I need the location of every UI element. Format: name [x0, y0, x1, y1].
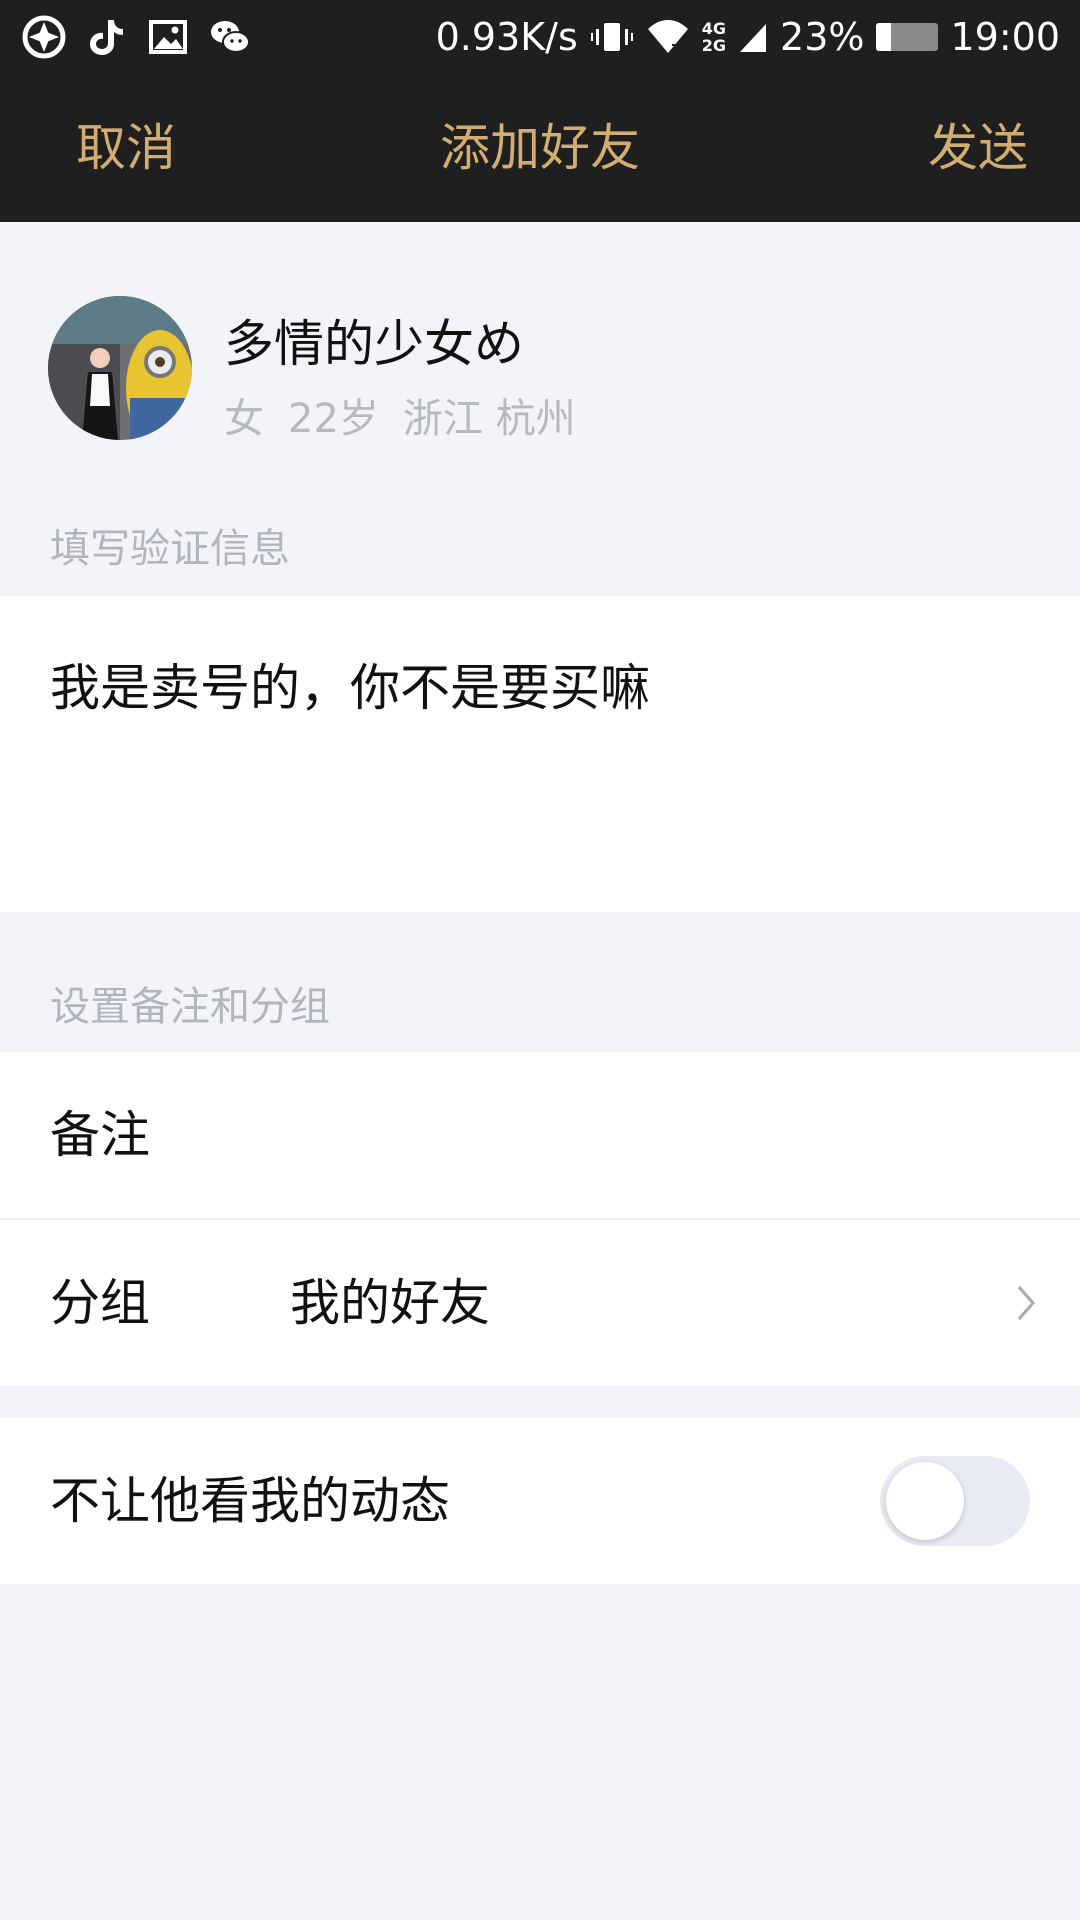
wifi-icon: [647, 20, 688, 53]
network-type: 4G 2G: [701, 19, 727, 55]
profile-city: 杭州: [495, 396, 576, 442]
remark-group-section-label: 设置备注和分组: [50, 984, 330, 1030]
group-row[interactable]: 分组 我的好友: [0, 1220, 1080, 1386]
send-button[interactable]: 发送: [928, 74, 1028, 222]
battery-icon: [876, 23, 939, 51]
group-label: 分组: [50, 1274, 150, 1332]
battery-percent: 23%: [780, 15, 865, 59]
vibrate-icon: [590, 23, 633, 51]
remark-row[interactable]: 备注: [0, 1052, 1080, 1218]
profile-gender: 女: [224, 396, 264, 442]
group-value: 我的好友: [290, 1274, 490, 1332]
avatar[interactable]: [48, 296, 192, 440]
top-nav-bar: 取消 添加好友 发送: [0, 74, 1080, 222]
profile-location: 浙江 杭州: [403, 386, 576, 444]
tiktok-icon: [90, 20, 123, 55]
network-speed: 0.93K/s: [435, 15, 578, 59]
profile-province: 浙江: [402, 396, 483, 442]
clock: 19:00: [950, 15, 1060, 59]
verification-section-label: 填写验证信息: [50, 526, 290, 572]
status-right: 0.93K/s 4G 2G 23% 19:00: [436, 12, 1060, 62]
status-left-icons: [22, 14, 252, 60]
hide-moments-toggle[interactable]: [880, 1456, 1030, 1546]
verification-message-text: 我是卖号的，你不是要买嘛: [50, 659, 650, 717]
verification-message-field[interactable]: 我是卖号的，你不是要买嘛: [0, 596, 1080, 912]
page-title: 添加好友: [440, 119, 640, 177]
remark-label: 备注: [50, 1106, 150, 1164]
profile-card: 多情的少女め 女 22岁 浙江 杭州: [0, 222, 1080, 512]
battery-fill: [876, 23, 891, 51]
profile-name: 多情的少女め: [224, 315, 524, 373]
avatar-image: [48, 296, 192, 440]
chevron-right-icon: [1017, 1286, 1035, 1320]
hide-moments-label: 不让他看我的动态: [50, 1472, 450, 1530]
hide-moments-row: 不让他看我的动态: [0, 1418, 1080, 1584]
toggle-knob: [886, 1462, 964, 1540]
signal-icon: [740, 24, 767, 52]
aperture-icon: [22, 15, 66, 59]
gallery-icon: [149, 20, 187, 54]
profile-age: 22岁: [288, 396, 379, 442]
status-bar: 0.93K/s 4G 2G 23% 19:00: [0, 0, 1080, 74]
profile-meta: 女 22岁 浙江 杭州: [224, 386, 576, 444]
wechat-icon: [211, 21, 250, 53]
